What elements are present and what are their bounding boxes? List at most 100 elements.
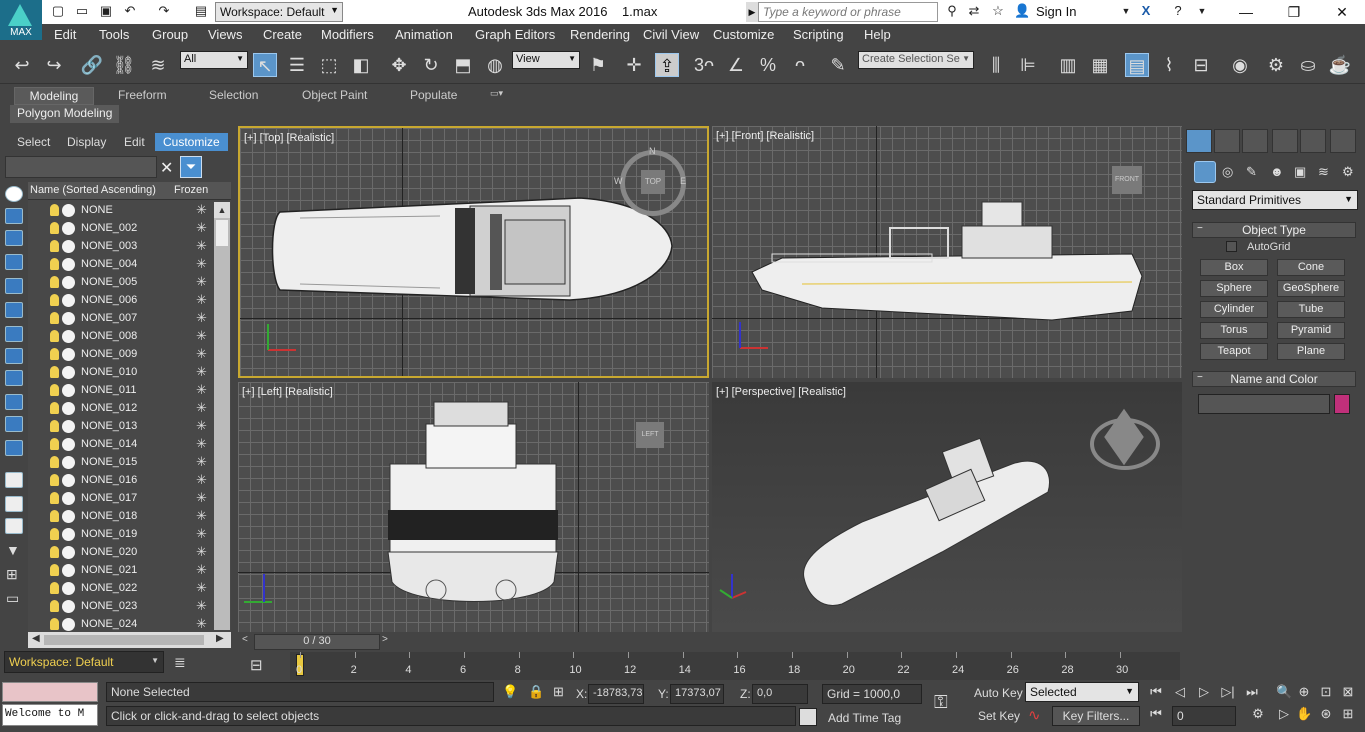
frozen-snowflake-icon[interactable]: ✳ (196, 526, 207, 542)
light-bulb-icon[interactable] (50, 258, 59, 270)
filter-funnel-icon[interactable]: ⏷ (180, 156, 202, 178)
frozen-snowflake-icon[interactable]: ✳ (196, 274, 207, 290)
clear-search-icon[interactable]: ✕ (160, 158, 173, 178)
rollout-name-and-color[interactable]: − Name and Color (1192, 371, 1356, 387)
menu-edit[interactable]: Edit (54, 27, 76, 42)
geosphere-button[interactable]: GeoSphere (1277, 280, 1345, 297)
list-item[interactable]: NONE_016 ✳ (28, 472, 214, 490)
time-slider-prev-icon[interactable]: < (242, 634, 248, 645)
play-icon[interactable]: ▷ (1196, 684, 1212, 700)
hierarchy-icon[interactable]: ⊞ (6, 566, 18, 583)
object-name-field[interactable] (1198, 394, 1330, 414)
scroll-left-icon[interactable]: ◀ (32, 633, 40, 644)
display-none-icon[interactable] (5, 186, 23, 202)
lights-filter-icon[interactable] (5, 254, 23, 270)
previous-frame-icon[interactable]: ◁ (1172, 684, 1188, 700)
schematic-view-icon[interactable]: ⊟ (1189, 53, 1213, 77)
align-icon[interactable]: ⊫ (1016, 53, 1040, 77)
go-to-start-icon[interactable]: ⏮ (1148, 684, 1164, 700)
pyramid-button[interactable]: Pyramid (1277, 322, 1345, 339)
frozen-snowflake-icon[interactable]: ✳ (196, 580, 207, 596)
helpers-category-icon[interactable]: ▣ (1294, 164, 1306, 180)
pan-view-icon[interactable]: ✋ (1296, 706, 1312, 722)
scale-icon[interactable]: ⬒ (451, 53, 475, 77)
absolute-mode-icon[interactable]: ⊞ (553, 684, 564, 700)
viewport-top[interactable]: [+] [Top] [Realistic] TOP N W E (238, 126, 709, 378)
modify-tab-icon[interactable] (1214, 129, 1240, 153)
tab-freeform[interactable]: Freeform (112, 87, 173, 105)
display-all-icon[interactable] (5, 472, 23, 488)
tab-customize[interactable]: Customize (155, 133, 228, 151)
light-bulb-icon[interactable] (50, 384, 59, 396)
viewport-perspective[interactable]: [+] [Perspective] [Realistic] (712, 382, 1182, 632)
open-file-icon[interactable]: ▭ (74, 3, 90, 19)
rendered-frame-window-icon[interactable]: ⛀ (1296, 53, 1320, 77)
track-bar[interactable]: 0 2 4 6 8 10 12 14 16 18 20 22 24 26 28 30 (290, 652, 1180, 680)
frozen-snowflake-icon[interactable]: ✳ (196, 508, 207, 524)
tab-display[interactable]: Display (67, 135, 106, 149)
zoom-icon[interactable]: 🔍 (1276, 684, 1292, 700)
list-item[interactable]: NONE_014 ✳ (28, 436, 214, 454)
maxscript-listener[interactable]: Welcome to M (2, 704, 98, 726)
tab-modeling[interactable]: Modeling (14, 87, 94, 105)
tab-select[interactable]: Select (17, 135, 50, 149)
light-bulb-icon[interactable] (50, 276, 59, 288)
utilities-tab-icon[interactable] (1330, 129, 1356, 153)
light-bulb-icon[interactable] (50, 366, 59, 378)
chevron-down-icon[interactable]: ▼ (1118, 3, 1134, 19)
light-bulb-icon[interactable] (50, 492, 59, 504)
maxscript-listener-pink[interactable] (2, 682, 98, 702)
rectangular-selection-icon[interactable]: ⬚ (317, 53, 341, 77)
viewcube[interactable]: FRONT (1112, 166, 1142, 194)
menu-tools[interactable]: Tools (99, 27, 129, 42)
list-item[interactable]: NONE_022 ✳ (28, 580, 214, 598)
geometry-category-icon[interactable] (1194, 161, 1216, 183)
time-slider-next-icon[interactable]: > (382, 634, 388, 645)
geometry-filter-icon[interactable] (5, 208, 23, 224)
scene-explorer-toggle-icon[interactable]: ▤ (1125, 53, 1149, 77)
key-mode-toggle-icon[interactable]: ⏮ (1148, 706, 1164, 722)
spinner-snap-icon[interactable]: ᴖ (788, 53, 812, 77)
undo-icon[interactable]: ↩ (10, 53, 34, 77)
key-filters-button[interactable]: Key Filters... (1052, 706, 1140, 726)
keyboard-shortcut-override-icon[interactable]: ⇪ (655, 53, 679, 77)
list-item[interactable]: NONE_019 ✳ (28, 526, 214, 544)
mirror-icon[interactable]: ⫼ (984, 53, 1008, 77)
list-item[interactable]: NONE_005 ✳ (28, 274, 214, 292)
key-tangent-icon[interactable]: ∿ (1028, 706, 1041, 724)
cameras-category-icon[interactable]: ☻ (1270, 164, 1284, 179)
display-none-list-icon[interactable] (5, 496, 23, 512)
favorites-star-icon[interactable]: ☆ (990, 3, 1006, 19)
render-setup-icon[interactable]: ⚙ (1264, 53, 1288, 77)
add-time-tag-button[interactable]: Add Time Tag (828, 711, 901, 725)
menu-create[interactable]: Create (263, 27, 302, 42)
set-key-icon[interactable]: ⚿ (934, 692, 948, 713)
menu-civil-view[interactable]: Civil View (643, 27, 699, 42)
light-bulb-icon[interactable] (50, 222, 59, 234)
scene-search-input[interactable] (5, 156, 157, 178)
light-bulb-icon[interactable] (50, 528, 59, 540)
list-item[interactable]: NONE_021 ✳ (28, 562, 214, 580)
light-bulb-icon[interactable] (50, 204, 59, 216)
workspace-dropdown[interactable]: Workspace: Default ▼ (215, 2, 343, 22)
list-item[interactable]: NONE_010 ✳ (28, 364, 214, 382)
light-bulb-icon[interactable] (50, 312, 59, 324)
lights-category-icon[interactable]: ✎ (1246, 164, 1257, 180)
teapot-button[interactable]: Teapot (1200, 343, 1268, 360)
tab-edit[interactable]: Edit (124, 135, 145, 149)
orbit-icon[interactable]: ⊛ (1318, 706, 1334, 722)
adaptive-degradation-icon[interactable] (799, 708, 817, 726)
cylinder-button[interactable]: Cylinder (1200, 301, 1268, 318)
window-crossing-icon[interactable]: ◧ (349, 53, 373, 77)
list-item[interactable]: NONE_008 ✳ (28, 328, 214, 346)
list-item[interactable]: NONE_018 ✳ (28, 508, 214, 526)
list-item[interactable]: NONE_012 ✳ (28, 400, 214, 418)
select-by-name-icon[interactable]: ☰ (285, 53, 309, 77)
save-icon[interactable]: ▣ (98, 3, 114, 19)
close-icon[interactable]: ✕ (1322, 2, 1362, 22)
scene-list-hscroll[interactable]: ◀ ▶ (28, 632, 231, 648)
autogrid-checkbox[interactable] (1226, 241, 1237, 252)
ribbon-polygon-modeling[interactable]: Polygon Modeling (10, 105, 120, 123)
rollout-object-type[interactable]: − Object Type (1192, 222, 1356, 238)
scrollbar-thumb[interactable] (216, 220, 228, 246)
